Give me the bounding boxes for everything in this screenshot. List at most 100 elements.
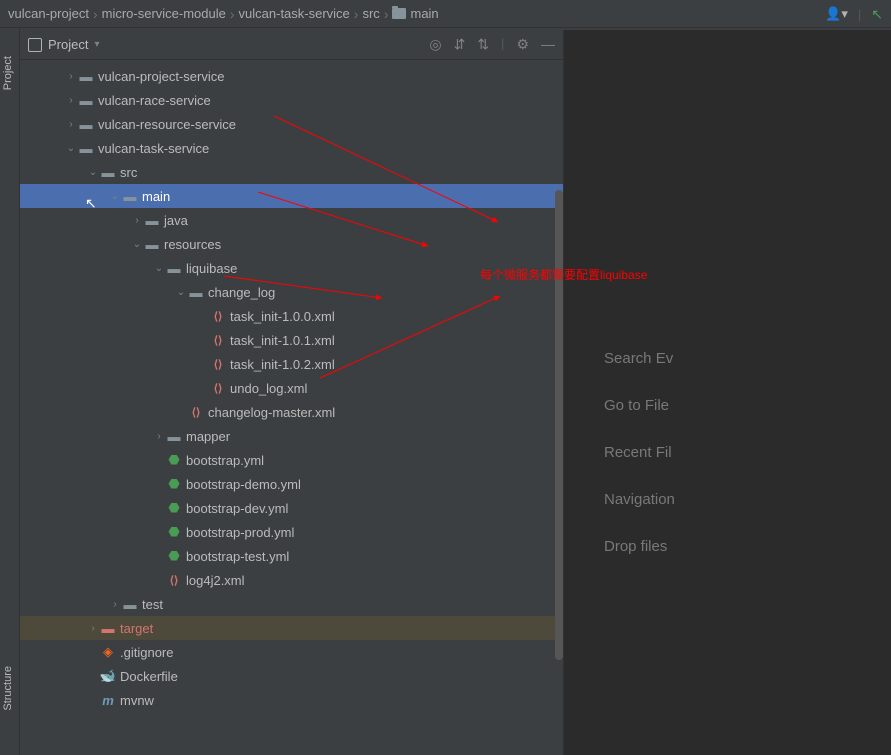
- scrollbar-thumb[interactable]: [555, 190, 563, 660]
- breadcrumb-item[interactable]: src: [362, 6, 379, 21]
- tree-label: log4j2.xml: [186, 573, 245, 588]
- tree-arrow-icon[interactable]: [64, 71, 78, 82]
- breadcrumb-item[interactable]: main: [392, 6, 438, 21]
- tree-row[interactable]: ◈ .gitignore: [20, 640, 563, 664]
- tree-row[interactable]: ⟨⟩log4j2.xml: [20, 568, 563, 592]
- tree-label: undo_log.xml: [230, 381, 307, 396]
- resources-icon: ▬: [144, 237, 160, 252]
- tree-row[interactable]: mmvnw: [20, 688, 563, 712]
- left-gutter: Project Structure: [0, 28, 20, 755]
- collapse-icon[interactable]: ⇅: [477, 36, 489, 53]
- xml-icon: ⟨⟩: [188, 406, 204, 419]
- tree-row[interactable]: ▬ target: [20, 616, 563, 640]
- tree-row[interactable]: ⟨⟩task_init-1.0.1.xml: [20, 328, 563, 352]
- yml-icon: ⬣: [166, 548, 182, 564]
- yml-icon: ⬣: [166, 476, 182, 492]
- panel-title[interactable]: Project: [48, 37, 88, 52]
- tree-row[interactable]: ▬mapper: [20, 424, 563, 448]
- tree-label: vulcan-project-service: [98, 69, 224, 84]
- tree-arrow-icon[interactable]: [130, 239, 144, 250]
- tree-label: bootstrap-dev.yml: [186, 501, 288, 516]
- tree-label: vulcan-task-service: [98, 141, 209, 156]
- tree-label: java: [164, 213, 188, 228]
- folder-icon: ▬: [166, 429, 182, 444]
- xml-icon: ⟨⟩: [210, 310, 226, 323]
- tree-label: change_log: [208, 285, 275, 300]
- tree-row[interactable]: ▬test: [20, 592, 563, 616]
- tree-label: mvnw: [120, 693, 154, 708]
- tree-arrow-icon[interactable]: [64, 143, 78, 154]
- tree-row[interactable]: ⬣bootstrap-demo.yml: [20, 472, 563, 496]
- tree-arrow-icon[interactable]: [86, 167, 100, 178]
- tree-label: .gitignore: [120, 645, 173, 660]
- folder-icon: [392, 8, 406, 19]
- tree-row[interactable]: ▬ change_log: [20, 280, 563, 304]
- run-icon[interactable]: ↖: [871, 6, 883, 23]
- project-tree[interactable]: ▬ vulcan-project-service ▬vulcan-race-serv…: [20, 60, 563, 712]
- tree-label: target: [120, 621, 153, 636]
- tree-label: task_init-1.0.0.xml: [230, 309, 335, 324]
- docker-icon: 🐋: [100, 668, 116, 684]
- tree-arrow-icon[interactable]: [64, 119, 78, 130]
- breadcrumb-item[interactable]: vulcan-task-service: [239, 6, 350, 21]
- tree-arrow-icon[interactable]: [174, 287, 188, 298]
- tree-row[interactable]: ▬ resources: [20, 232, 563, 256]
- tree-row[interactable]: ▬vulcan-resource-service: [20, 112, 563, 136]
- chevron-right-icon: ›: [93, 6, 98, 22]
- expand-icon[interactable]: ⇵: [454, 36, 466, 53]
- tree-arrow-icon[interactable]: [130, 215, 144, 226]
- tree-row[interactable]: ⟨⟩ task_init-1.0.0.xml: [20, 304, 563, 328]
- target-icon[interactable]: ◎: [429, 36, 441, 53]
- tree-row[interactable]: ⬣bootstrap-prod.yml: [20, 520, 563, 544]
- tree-arrow-icon[interactable]: [64, 95, 78, 106]
- xml-icon: ⟨⟩: [210, 358, 226, 371]
- breadcrumb: vulcan-project › micro-service-module › …: [0, 0, 891, 28]
- gear-icon[interactable]: ⚙: [516, 36, 529, 53]
- tree-row[interactable]: ▬main: [20, 184, 563, 208]
- tree-row[interactable]: ⟨⟩ changelog-master.xml: [20, 400, 563, 424]
- tree-row[interactable]: ⬣bootstrap-test.yml: [20, 544, 563, 568]
- module-icon: ▬: [78, 69, 94, 84]
- folder-icon: ▬: [144, 213, 160, 228]
- folder-icon: ▬: [122, 189, 138, 204]
- tree-row[interactable]: ▬src: [20, 160, 563, 184]
- tree-label: vulcan-resource-service: [98, 117, 236, 132]
- user-icon[interactable]: 👤▾: [825, 6, 848, 22]
- tree-label: bootstrap.yml: [186, 453, 264, 468]
- tree-row[interactable]: 🐋Dockerfile: [20, 664, 563, 688]
- tree-row[interactable]: ▬vulcan-task-service: [20, 136, 563, 160]
- gutter-tab-structure[interactable]: Structure: [0, 658, 16, 719]
- tree-label: task_init-1.0.2.xml: [230, 357, 335, 372]
- tree-label: changelog-master.xml: [208, 405, 335, 420]
- tree-label: liquibase: [186, 261, 237, 276]
- tree-label: resources: [164, 237, 221, 252]
- tree-row[interactable]: ▬ vulcan-project-service: [20, 64, 563, 88]
- tree-arrow-icon[interactable]: [86, 623, 100, 634]
- git-icon: ◈: [100, 644, 116, 660]
- folder-icon: ▬: [188, 285, 204, 300]
- tree-arrow-icon[interactable]: [152, 431, 166, 442]
- folder-icon: ▬: [166, 261, 182, 276]
- editor-hint: Recent Fil: [604, 444, 891, 461]
- yml-icon: ⬣: [166, 524, 182, 540]
- tree-row[interactable]: ▬ liquibase: [20, 256, 563, 280]
- minimize-icon[interactable]: —: [541, 36, 555, 53]
- tree-arrow-icon[interactable]: [108, 599, 122, 610]
- breadcrumb-item[interactable]: vulcan-project: [8, 6, 89, 21]
- yml-icon: ⬣: [166, 500, 182, 516]
- xml-icon: ⟨⟩: [210, 382, 226, 395]
- gutter-tab-project[interactable]: Project: [0, 48, 16, 98]
- tree-row[interactable]: ⟨⟩ undo_log.xml: [20, 376, 563, 400]
- chevron-right-icon: ›: [230, 6, 235, 22]
- tree-arrow-icon[interactable]: [152, 263, 166, 274]
- tree-row[interactable]: ⟨⟩ task_init-1.0.2.xml: [20, 352, 563, 376]
- tree-arrow-icon[interactable]: [108, 191, 122, 202]
- tree-row[interactable]: ▬ java: [20, 208, 563, 232]
- target-folder-icon: ▬: [100, 621, 116, 636]
- tree-row[interactable]: ⬣bootstrap.yml: [20, 448, 563, 472]
- tree-row[interactable]: ▬vulcan-race-service: [20, 88, 563, 112]
- tree-row[interactable]: ⬣ bootstrap-dev.yml: [20, 496, 563, 520]
- chevron-down-icon[interactable]: ▾: [94, 39, 99, 50]
- breadcrumb-item[interactable]: micro-service-module: [102, 6, 226, 21]
- folder-icon: ▬: [100, 165, 116, 180]
